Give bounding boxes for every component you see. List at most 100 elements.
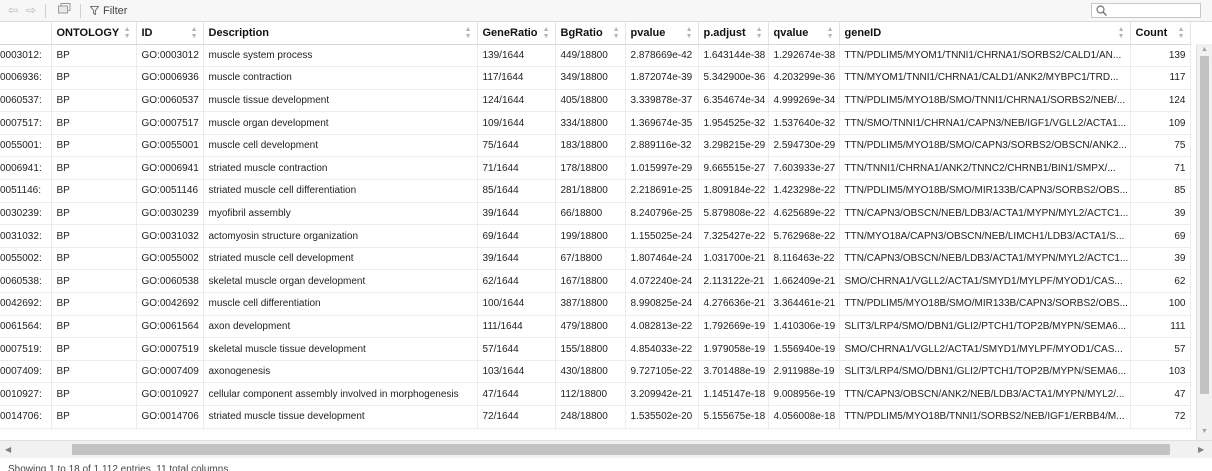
- table-cell: 1.537640e-32: [768, 111, 840, 135]
- sort-arrows-icon[interactable]: ▲ ▼: [613, 26, 620, 40]
- column-header-label: BgRatio: [560, 26, 603, 39]
- scroll-right-icon[interactable]: ▶: [1198, 445, 1204, 454]
- table-cell: 3.701488e-19: [698, 360, 769, 384]
- column-header-label: Description: [208, 26, 270, 39]
- table-row[interactable]: :0007517 BP GO:0007517 muscle organ develop…: [0, 111, 1191, 135]
- table-row[interactable]: :0003012 BP GO:0003012 muscle system proces…: [0, 44, 1191, 68]
- table-cell: 62: [1130, 269, 1191, 294]
- table-cell: 9.727105e-22: [625, 360, 699, 384]
- scroll-up-icon[interactable]: ▲: [1201, 46, 1208, 53]
- column-header[interactable]: [0, 22, 52, 45]
- table-row[interactable]: :0042692 BP GO:0042692 muscle cell differen…: [0, 292, 1191, 316]
- table-cell: 4.854033e-22: [625, 337, 699, 361]
- sort-arrows-icon[interactable]: ▲ ▼: [827, 26, 834, 40]
- table-cell: :0007519: [0, 337, 52, 361]
- forward-arrow-icon[interactable]: ⇨: [22, 3, 40, 18]
- table-cell: BP: [51, 66, 137, 90]
- table-cell: axonogenesis: [203, 360, 478, 384]
- table-cell: 1.423298e-22: [768, 179, 840, 203]
- table-cell: 5.155675e-18: [698, 405, 769, 429]
- scroll-left-icon[interactable]: ◀: [5, 445, 11, 454]
- table-cell: SMO/CHRNA1/VGLL2/ACTA1/SMYD1/MYLPF/MYOD1…: [839, 269, 1131, 294]
- table-cell: SMO/CHRNA1/VGLL2/ACTA1/SMYD1/MYLPF/MYOD1…: [839, 337, 1131, 361]
- sort-arrows-icon[interactable]: ▲ ▼: [686, 26, 693, 40]
- horizontal-scroll-thumb[interactable]: [72, 444, 1170, 455]
- table-cell: striated muscle cell development: [203, 247, 478, 271]
- search-input[interactable]: [1091, 3, 1201, 18]
- table-cell: TTN/CAPN3/OBSCN/NEB/LDB3/ACTA1/MYPN/MYL2…: [839, 202, 1131, 226]
- column-header[interactable]: p.adjust ▲ ▼: [698, 22, 769, 45]
- column-header-label: p.adjust: [703, 26, 746, 39]
- table-row[interactable]: :0031032 BP GO:0031032 actomyosin structure…: [0, 224, 1191, 248]
- column-header[interactable]: ONTOLOGY ▲ ▼: [51, 22, 137, 45]
- table-cell: GO:0030239: [136, 202, 204, 226]
- table-cell: 1.662409e-21: [768, 269, 840, 294]
- table-cell: 1.792669e-19: [698, 315, 769, 339]
- sort-arrows-icon[interactable]: ▲ ▼: [124, 26, 131, 40]
- back-arrow-icon[interactable]: ⇦: [4, 3, 22, 18]
- vertical-scroll-thumb[interactable]: [1200, 56, 1209, 394]
- table-cell: 111: [1130, 315, 1191, 339]
- table-cell: 1.643144e-38: [698, 44, 769, 68]
- table-row[interactable]: :0055001 BP GO:0055001 muscle cell developm…: [0, 134, 1191, 158]
- table-cell: 72/1644: [477, 405, 556, 429]
- table-row[interactable]: :0006941 BP GO:0006941 striated muscle cont…: [0, 156, 1191, 181]
- column-header[interactable]: geneID ▲ ▼: [839, 22, 1131, 45]
- column-header[interactable]: Description ▲ ▼: [203, 22, 478, 45]
- table-cell: 5.762968e-22: [768, 224, 840, 248]
- table-cell: myofibril assembly: [203, 202, 478, 226]
- table-cell: muscle organ development: [203, 111, 478, 135]
- table-cell: :0061564: [0, 315, 52, 339]
- sort-arrows-icon[interactable]: ▲ ▼: [543, 26, 550, 40]
- column-header[interactable]: Count ▲ ▼: [1130, 22, 1191, 45]
- table-cell: BP: [51, 179, 137, 203]
- table-cell: 248/18800: [555, 405, 626, 429]
- table-cell: 62/1644: [477, 269, 556, 294]
- column-header[interactable]: ID ▲ ▼: [136, 22, 204, 45]
- horizontal-scrollbar[interactable]: ◀ ▶: [0, 440, 1212, 458]
- table-cell: GO:0055002: [136, 247, 204, 271]
- sort-arrows-icon[interactable]: ▲ ▼: [1118, 26, 1125, 40]
- table-cell: 430/18800: [555, 360, 626, 384]
- table-row[interactable]: :0060538 BP GO:0060538 skeletal muscle orga…: [0, 269, 1191, 294]
- table-row[interactable]: :0007409 BP GO:0007409 axonogenesis 103/1644…: [0, 360, 1191, 384]
- table-cell: 1.556940e-19: [768, 337, 840, 361]
- table-cell: 39: [1130, 202, 1191, 226]
- sort-arrows-icon[interactable]: ▲ ▼: [191, 26, 198, 40]
- table-cell: 349/18800: [555, 66, 626, 90]
- table-row[interactable]: :0006936 BP GO:0006936 muscle contraction 11…: [0, 66, 1191, 90]
- column-header[interactable]: GeneRatio ▲ ▼: [477, 22, 556, 45]
- table-cell: TTN/PDLIM5/MYO18B/TNNI1/SORBS2/NEB/IGF1/…: [839, 405, 1131, 429]
- table-cell: TTN/PDLIM5/MYO18B/SMO/MIR133B/CAPN3/SORB…: [839, 292, 1131, 316]
- column-header[interactable]: pvalue ▲ ▼: [625, 22, 699, 45]
- filter-button[interactable]: Filter: [90, 3, 127, 19]
- sort-arrows-icon[interactable]: ▲ ▼: [756, 26, 763, 40]
- sort-arrows-icon[interactable]: ▲ ▼: [465, 26, 472, 40]
- table-cell: 167/18800: [555, 269, 626, 294]
- table-cell: BP: [51, 360, 137, 384]
- sort-arrows-icon[interactable]: ▲ ▼: [1178, 26, 1185, 40]
- table-row[interactable]: :0055002 BP GO:0055002 striated muscle cell…: [0, 247, 1191, 271]
- popout-window-icon[interactable]: [55, 3, 73, 18]
- table-row[interactable]: :0061564 BP GO:0061564 axon development 111/…: [0, 315, 1191, 339]
- table-cell: 75: [1130, 134, 1191, 158]
- table-row[interactable]: :0030239 BP GO:0030239 myofibril assembly 39…: [0, 202, 1191, 226]
- table-cell: 281/18800: [555, 179, 626, 203]
- column-header-label: GeneRatio: [482, 26, 538, 39]
- table-cell: GO:0051146: [136, 179, 204, 203]
- table-cell: 1.872074e-39: [625, 66, 699, 90]
- table-row[interactable]: :0010927 BP GO:0010927 cellular component a…: [0, 382, 1191, 406]
- table-row[interactable]: :0060537 BP GO:0060537 muscle tissue develo…: [0, 89, 1191, 113]
- table-cell: 109/1644: [477, 111, 556, 135]
- column-header[interactable]: BgRatio ▲ ▼: [555, 22, 626, 45]
- table-footer-info: Showing 1 to 18 of 1,112 entries, 11 tot…: [8, 464, 229, 471]
- table-row[interactable]: :0051146 BP GO:0051146 striated muscle cell…: [0, 179, 1191, 203]
- scroll-down-icon[interactable]: ▼: [1201, 428, 1208, 435]
- table-row[interactable]: :0007519 BP GO:0007519 skeletal muscle tiss…: [0, 337, 1191, 361]
- toolbar-divider: [45, 4, 46, 18]
- vertical-scrollbar[interactable]: ▲ ▼: [1196, 44, 1212, 440]
- table-row[interactable]: :0014706 BP GO:0014706 striated muscle tiss…: [0, 405, 1191, 429]
- table-cell: GO:0060538: [136, 269, 204, 294]
- column-header[interactable]: qvalue ▲ ▼: [768, 22, 840, 45]
- table-cell: GO:0003012: [136, 44, 204, 68]
